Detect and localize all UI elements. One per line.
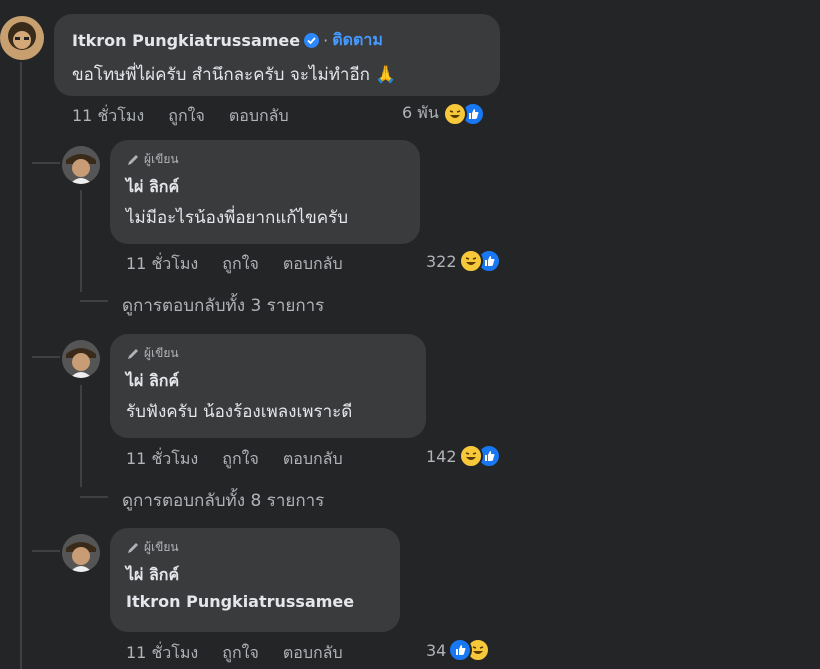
- reply-bubble: ผู้เขียน ไผ่ ลิกค์ รับฟังครับ น้องร้องเพ…: [110, 334, 426, 438]
- reply-timestamp[interactable]: 11 ชั่วโมง: [126, 447, 198, 472]
- reply-button[interactable]: ตอบกลับ: [283, 252, 343, 277]
- author-badge-label: ผู้เขียน: [144, 346, 179, 360]
- reaction-count: 34: [426, 640, 447, 660]
- reply-author[interactable]: ไผ่ ลิกค์: [126, 175, 420, 200]
- like-button[interactable]: ถูกใจ: [168, 104, 205, 129]
- comment-timestamp[interactable]: 11 ชั่วโมง: [72, 104, 144, 129]
- reply-avatar[interactable]: [62, 340, 100, 378]
- thread-connector-3-h: [32, 550, 60, 552]
- reply-avatar[interactable]: [62, 534, 100, 572]
- thread-connector-2-h: [32, 356, 60, 358]
- reaction-count: 142: [426, 446, 457, 466]
- like-button[interactable]: ถูกใจ: [222, 252, 259, 277]
- reply-author[interactable]: ไผ่ ลิกค์: [126, 563, 400, 588]
- pen-icon: [128, 348, 138, 359]
- haha-reaction-icon: [458, 444, 483, 468]
- subthread-line-1: [80, 190, 82, 292]
- separator: ·: [323, 31, 329, 50]
- author-badge: ผู้เขียน: [126, 150, 420, 169]
- pen-icon: [128, 542, 138, 553]
- follow-button[interactable]: ติดตาม: [332, 28, 383, 53]
- reaction-summary[interactable]: 34: [426, 638, 491, 662]
- reply-button[interactable]: ตอบกลับ: [229, 104, 289, 129]
- like-button[interactable]: ถูกใจ: [222, 447, 259, 472]
- reply-bubble: ผู้เขียน ไผ่ ลิกค์ Itkron Pungkiatrussam…: [110, 528, 400, 632]
- thread-connector-1-h: [32, 162, 60, 164]
- like-button[interactable]: ถูกใจ: [222, 641, 259, 666]
- reply-text: ไม่มีอะไรน้องพี่อยากแก้ไขครับ: [126, 208, 349, 228]
- view-replies-link[interactable]: ดูการตอบกลับทั้ง 8 รายการ: [122, 487, 324, 514]
- reply-button[interactable]: ตอบกลับ: [283, 447, 343, 472]
- subthread-line-2: [80, 385, 82, 487]
- comment-bubble: Itkron Pungkiatrussamee · ติดตาม ขอโทษพี…: [54, 14, 500, 96]
- author-badge: ผู้เขียน: [126, 344, 426, 363]
- reply-actions: 11 ชั่วโมง ถูกใจ ตอบกลับ: [126, 252, 367, 277]
- reaction-count: 6 พัน: [402, 103, 439, 122]
- comment-actions: 11 ชั่วโมง ถูกใจ ตอบกลับ: [72, 104, 313, 129]
- reply-bubble: ผู้เขียน ไผ่ ลิกค์ ไม่มีอะไรน้องพี่อยากแ…: [110, 140, 420, 244]
- reply-button[interactable]: ตอบกลับ: [283, 641, 343, 666]
- avatar[interactable]: [0, 16, 44, 60]
- haha-reaction-icon: [458, 249, 483, 273]
- subthread-line-2-h: [80, 496, 108, 498]
- reply-text: รับฟังครับ น้องร้องเพลงเพราะดี: [126, 402, 353, 422]
- author-badge-label: ผู้เขียน: [144, 540, 179, 554]
- reaction-summary[interactable]: 142: [426, 444, 501, 468]
- verified-badge-icon: [304, 33, 320, 48]
- reaction-summary[interactable]: 322: [426, 249, 501, 273]
- haha-reaction-icon: [442, 101, 467, 126]
- pray-emoji-icon: 🙏: [375, 65, 397, 85]
- reply-author[interactable]: ไผ่ ลิกค์: [126, 369, 426, 394]
- author-badge: ผู้เขียน: [126, 538, 400, 557]
- reply-actions: 11 ชั่วโมง ถูกใจ ตอบกลับ: [126, 641, 367, 666]
- mentioned-user-tag[interactable]: Itkron Pungkiatrussamee: [126, 592, 400, 611]
- reaction-summary[interactable]: 6 พัน: [402, 101, 485, 126]
- thread-connector-1: [20, 150, 22, 162]
- view-replies-link[interactable]: ดูการตอบกลับทั้ง 3 รายการ: [122, 292, 324, 319]
- author-badge-label: ผู้เขียน: [144, 152, 179, 166]
- like-reaction-icon: [448, 638, 473, 662]
- reply-timestamp[interactable]: 11 ชั่วโมง: [126, 641, 198, 666]
- reply-actions: 11 ชั่วโมง ถูกใจ ตอบกลับ: [126, 447, 367, 472]
- comment-text: ขอโทษพี่ไผ่ครับ สำนึกละครับ จะไม่ทำอีก: [72, 65, 370, 85]
- subthread-line-1-h: [80, 300, 108, 302]
- reply-avatar[interactable]: [62, 146, 100, 184]
- pen-icon: [128, 154, 138, 165]
- comment-author[interactable]: Itkron Pungkiatrussamee: [72, 31, 300, 50]
- reaction-count: 322: [426, 251, 457, 271]
- reply-timestamp[interactable]: 11 ชั่วโมง: [126, 252, 198, 277]
